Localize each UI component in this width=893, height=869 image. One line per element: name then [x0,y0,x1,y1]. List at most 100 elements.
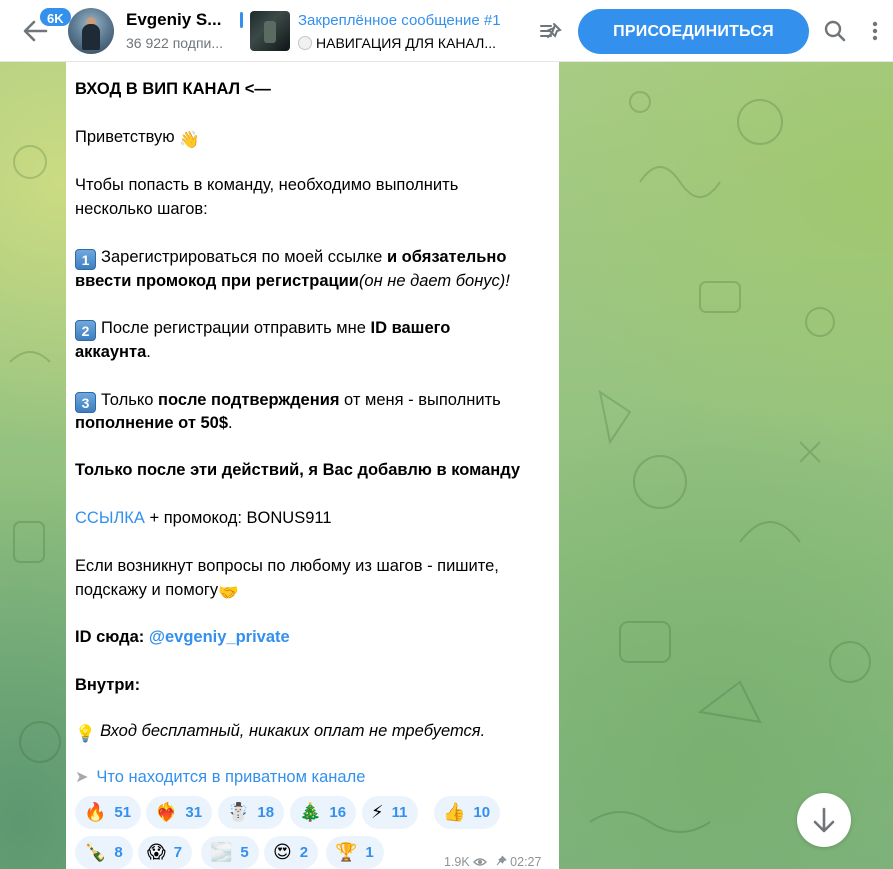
step2-text-c: аккаунта [75,343,147,361]
pinned-thumbnail-figure [264,21,276,43]
more-vertical-icon [872,21,878,41]
reaction-snowman[interactable]: ☃️ 18 [218,796,285,829]
subscriber-count: 36 922 подпи... [126,35,224,51]
channel-title[interactable]: Evgeniy S... [126,10,221,30]
username-link[interactable]: @evgeniy_private [149,628,290,646]
search-button[interactable] [822,18,848,44]
champagne-icon: 🍾 [84,842,107,863]
lightning-icon: ⚡ [371,802,384,823]
christmas-tree-icon: 🎄 [299,802,322,823]
step1-text-c: ввести промокод при регистрации [75,272,359,290]
registration-link[interactable]: ССЫЛКА [75,509,145,527]
reaction-count: 16 [329,804,347,821]
step1-line-2: ввести промокод при регистрации(он не да… [75,269,510,293]
handshake-emoji: 🤝 [218,584,239,602]
message-time: 02:27 [510,855,542,869]
step2-line-2: аккаунта. [75,340,151,364]
heart-on-fire-icon: ❤️‍🔥 [155,802,178,823]
pinned-message-text[interactable]: НАВИГАЦИЯ ДЛЯ КАНАЛ... [298,35,496,51]
reaction-count: 31 [185,804,203,821]
fog-icon: 🌫️ [210,842,233,863]
scroll-down-button[interactable] [797,793,851,847]
pinned-list-button[interactable] [538,18,564,44]
reaction-champagne[interactable]: 🍾 8 [75,836,133,869]
forward-arrow-icon: ➤ [75,769,89,786]
pin-icon [496,855,507,866]
reaction-christmas-tree[interactable]: 🎄 16 [290,796,357,829]
heart-eyes-icon: 😍 [273,842,292,863]
unread-badge: 6K [38,6,73,28]
reaction-heart-eyes[interactable]: 😍 2 [264,836,319,869]
reaction-trophy[interactable]: 🏆 1 [326,836,384,869]
step3-text-b: после подтверждения [158,391,340,409]
reaction-thumbs-up[interactable]: 👍 10 [434,796,501,829]
snowman-icon: ☃️ [227,802,250,823]
greeting-line: Приветствую 👋 [75,125,200,152]
view-count: 1.9K [444,855,470,869]
step1-line-1: 1 Зарегистрироваться по моей ссылке и обя… [75,245,506,270]
message-meta: 1.9K 02:27 [444,855,541,869]
reaction-count: 10 [473,804,491,821]
greeting-text: Приветствую [75,128,175,146]
reaction-fire[interactable]: 🔥 51 [75,796,142,829]
reaction-lightning[interactable]: ⚡ 11 [362,796,418,829]
reaction-count: 1 [365,844,374,861]
waving-hand-emoji: 👋 [179,131,200,149]
pinned-thumbnail[interactable] [250,11,290,51]
step1-text-a: Зарегистрироваться по моей ссылке [101,248,383,266]
step2-line-1: 2 После регистрации отправить мне ID ваше… [75,316,450,341]
questions-line-1: Если возникнут вопросы по любому из шаго… [75,557,499,575]
reaction-count: 51 [114,804,132,821]
reaction-scream[interactable]: 😱 7 [138,836,193,869]
link-promo-line: ССЫЛКА + промокод: BONUS911 [75,506,332,530]
pinned-message-text-label: НАВИГАЦИЯ ДЛЯ КАНАЛ... [316,35,497,51]
reaction-heart-on-fire[interactable]: ❤️‍🔥 31 [146,796,213,829]
search-icon [824,20,846,42]
light-bulb-emoji: 💡 [75,725,96,743]
channel-avatar[interactable] [68,8,114,54]
intro-line-2: несколько шагов: [75,200,208,218]
keycap-2-icon: 2 [75,320,96,341]
reaction-count: 11 [391,804,408,821]
step3-text-c: от меня - выполнить [339,391,501,409]
pinned-list-icon [540,23,562,38]
reaction-count: 7 [173,844,183,861]
free-entry-line: 💡 Вход бесплатный, никаких оплат не треб… [75,719,485,746]
private-channel-link[interactable]: ➤ Что находится в приватном канале [75,767,365,787]
step2-text-d: . [146,343,151,361]
inside-heading: Внутри: [75,676,141,694]
free-entry-text: Вход бесплатный, никаких оплат не требуе… [100,722,486,740]
reaction-count: 8 [114,844,123,861]
step2-text-b: ID вашего [370,319,451,337]
only-after-line: Только после эти действий, я Вас добавлю… [75,461,521,479]
join-channel-button[interactable]: ПРИСОЕДИНИТЬСЯ [578,9,809,54]
promo-code-text: + промокод: BONUS911 [144,509,332,527]
scream-icon: 😱 [147,842,166,863]
vip-entry-heading: ВХОД В ВИП КАНАЛ <— [75,80,271,98]
fire-icon: 🔥 [84,802,107,823]
intro-line-1: Чтобы попасть в команду, необходимо выпо… [75,176,459,194]
reaction-count: 5 [240,844,249,861]
reaction-count: 18 [257,804,275,821]
keycap-3-icon: 3 [75,392,96,413]
step3-text-e: . [228,414,233,432]
keycap-1-icon: 1 [75,249,96,270]
reaction-fog[interactable]: 🌫️ 5 [201,836,259,869]
pinned-message-title[interactable]: Закреплённое сообщение #1 [298,12,501,29]
avatar-person [82,24,100,50]
id-line: ID сюда: @evgeniy_private [75,625,290,649]
private-channel-link-text: Что находится в приватном канале [96,768,366,786]
step3-text-d: пополнение от 50$ [75,414,229,432]
pinned-indicator-bar [240,12,243,28]
more-button[interactable] [866,18,884,44]
step1-text-d: (он не дает бонус)! [358,272,510,290]
trophy-icon: 🏆 [335,842,358,863]
chat-header: 6K Evgeniy S... 36 922 подпи... Закреплё… [0,0,893,62]
thumbs-up-icon: 👍 [443,802,466,823]
step3-text-a: Только [101,391,158,409]
arrow-down-icon [813,807,835,833]
reaction-count: 2 [299,844,309,861]
step1-text-b: и обязательно [382,248,507,266]
id-label: ID сюда: [75,628,149,646]
step2-text-a: После регистрации отправить мне [101,319,371,337]
